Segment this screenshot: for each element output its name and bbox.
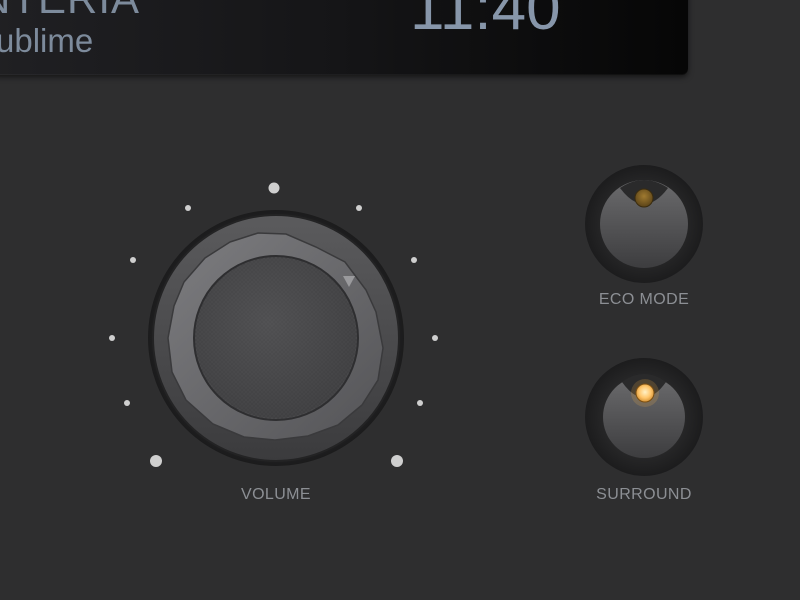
- volume-scale-dot: [391, 455, 403, 467]
- surround-indicator-icon: [635, 383, 655, 403]
- volume-scale-dot: [417, 400, 423, 406]
- eco-mode-indicator-icon: [634, 188, 654, 208]
- eco-mode-label: ECO MODE: [598, 291, 690, 308]
- volume-scale-dot: [432, 335, 438, 341]
- volume-scale-dot: [109, 335, 115, 341]
- surround-label: SURROUND: [596, 486, 692, 503]
- volume-scale-dot: [124, 400, 130, 406]
- eco-mode-button[interactable]: [585, 165, 703, 283]
- volume-scale-dot: [150, 455, 162, 467]
- volume-knob[interactable]: [148, 210, 404, 466]
- volume-label: VOLUME: [241, 486, 311, 503]
- volume-scale-dot: [411, 257, 417, 263]
- volume-scale-dot: [130, 257, 136, 263]
- volume-scale-dot: [185, 205, 191, 211]
- volume-scale-dot: [356, 205, 362, 211]
- volume-scale-dot: [268, 182, 280, 194]
- surround-button[interactable]: [585, 358, 703, 476]
